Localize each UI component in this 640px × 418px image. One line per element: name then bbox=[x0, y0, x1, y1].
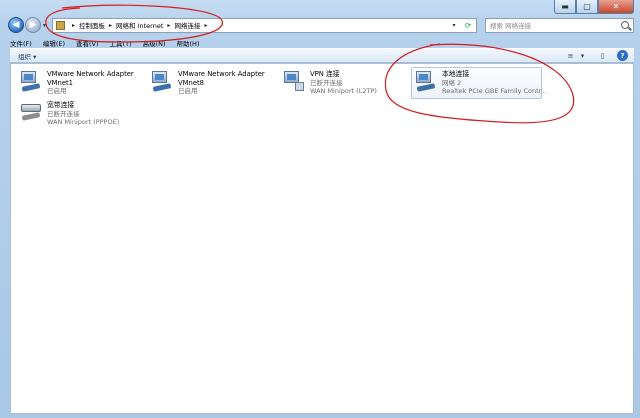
toolbar-right: ≡ ▾ ▯ ? bbox=[556, 50, 628, 61]
connection-detail: VMnet1 bbox=[47, 78, 73, 87]
refresh-icon[interactable]: ⟳ bbox=[462, 19, 474, 32]
network-adapter-icon bbox=[414, 70, 438, 92]
breadcrumb-network-internet[interactable]: 网络和 Internet bbox=[116, 20, 163, 30]
connection-item-local-area[interactable]: 本地连接 网络 2 Realtek PCIe GBE Family Contr.… bbox=[411, 67, 547, 99]
connection-name: VPN 连接 bbox=[310, 70, 340, 78]
view-options-dropdown-icon[interactable]: ▾ bbox=[577, 50, 588, 61]
dialup-modem-icon bbox=[19, 101, 43, 123]
connection-device: WAN Miniport (L2TP) bbox=[310, 87, 377, 96]
breadcrumb-separator-icon[interactable]: ▸ bbox=[204, 22, 207, 29]
forward-button[interactable]: ▶ bbox=[25, 17, 41, 33]
vpn-connection-icon bbox=[282, 70, 306, 92]
caption-buttons: ▬ ▢ ✕ bbox=[554, 0, 634, 14]
close-button[interactable]: ✕ bbox=[598, 0, 634, 14]
connection-device: WAN Miniport (PPPOE) bbox=[47, 118, 120, 127]
address-dropdown-icon[interactable]: ▾ bbox=[448, 19, 460, 32]
back-button[interactable]: ◀ bbox=[8, 17, 24, 33]
connection-item-vmnet8[interactable]: VMware Network Adapter VMnet8 已启用 bbox=[148, 68, 267, 98]
network-adapter-icon bbox=[150, 70, 174, 92]
connection-item-vmnet1[interactable]: VMware Network Adapter VMnet1 已启用 bbox=[17, 68, 136, 98]
search-placeholder: 搜索 网络连接 bbox=[490, 22, 532, 30]
breadcrumb-separator-icon[interactable]: ▸ bbox=[167, 22, 170, 29]
connection-status: 已启用 bbox=[47, 87, 67, 96]
control-panel-icon bbox=[56, 20, 65, 30]
breadcrumb-separator-icon[interactable]: ▸ bbox=[109, 22, 112, 29]
connection-name: VMware Network Adapter bbox=[47, 70, 134, 78]
help-icon[interactable]: ? bbox=[617, 50, 628, 61]
command-bar: 组织 ▾ ≡ ▾ ▯ ? bbox=[10, 48, 634, 63]
change-view-icon[interactable]: ≡ bbox=[565, 50, 576, 61]
menu-edit[interactable]: 编辑(E) bbox=[43, 38, 65, 48]
connection-name: 本地连接 bbox=[442, 70, 470, 78]
connection-item-broadband[interactable]: 宽带连接 已断开连接 WAN Miniport (PPPOE) bbox=[17, 99, 121, 129]
connection-item-vpn[interactable]: VPN 连接 已断开连接 WAN Miniport (L2TP) bbox=[280, 68, 379, 98]
maximize-button[interactable]: ▢ bbox=[576, 0, 598, 14]
connection-device: Realtek PCIe GBE Family Contr... bbox=[442, 87, 547, 96]
connection-status: 已断开连接 bbox=[47, 109, 80, 118]
connection-name: 宽带连接 bbox=[47, 101, 75, 109]
breadcrumb-network-connections[interactable]: 网络连接 bbox=[174, 20, 200, 30]
search-icon[interactable] bbox=[621, 20, 629, 29]
menu-tools[interactable]: 工具(T) bbox=[110, 38, 132, 48]
connection-status: 已启用 bbox=[178, 87, 198, 96]
preview-pane-icon[interactable]: ▯ bbox=[597, 50, 608, 61]
menu-view[interactable]: 查看(V) bbox=[76, 38, 99, 48]
menu-bar: 文件(F) 编辑(E) 查看(V) 工具(T) 高级(N) 帮助(H) bbox=[10, 37, 634, 48]
breadcrumb-control-panel[interactable]: 控制面板 bbox=[79, 20, 105, 30]
connection-name: VMware Network Adapter bbox=[178, 70, 265, 78]
menu-file[interactable]: 文件(F) bbox=[10, 38, 32, 48]
menu-help[interactable]: 帮助(H) bbox=[177, 38, 200, 48]
menu-advanced[interactable]: 高级(N) bbox=[143, 38, 166, 48]
breadcrumb-separator-icon[interactable]: ▸ bbox=[72, 22, 75, 29]
connection-detail: VMnet8 bbox=[178, 78, 204, 87]
connection-network: 网络 2 bbox=[442, 78, 462, 87]
connection-status: 已断开连接 bbox=[310, 78, 343, 87]
search-input[interactable]: 搜索 网络连接 bbox=[485, 17, 634, 33]
network-adapter-icon bbox=[19, 70, 43, 92]
minimize-button[interactable]: ▬ bbox=[554, 0, 576, 14]
address-bar[interactable]: ▸ 控制面板 ▸ 网络和 Internet ▸ 网络连接 ▸ ▾ ⟳ bbox=[52, 17, 477, 33]
recent-pages-dropdown[interactable]: ▾ bbox=[41, 22, 48, 29]
organize-button[interactable]: 组织 ▾ bbox=[18, 51, 36, 61]
explorer-window: ▬ ▢ ✕ ◀ ▶ ▾ ▸ 控制面板 ▸ 网络和 Internet ▸ 网络连接… bbox=[0, 0, 640, 418]
navigation-bar: ◀ ▶ ▾ ▸ 控制面板 ▸ 网络和 Internet ▸ 网络连接 ▸ ▾ ⟳… bbox=[8, 16, 634, 34]
connections-list: VMware Network Adapter VMnet1 已启用 VMware… bbox=[10, 63, 634, 414]
